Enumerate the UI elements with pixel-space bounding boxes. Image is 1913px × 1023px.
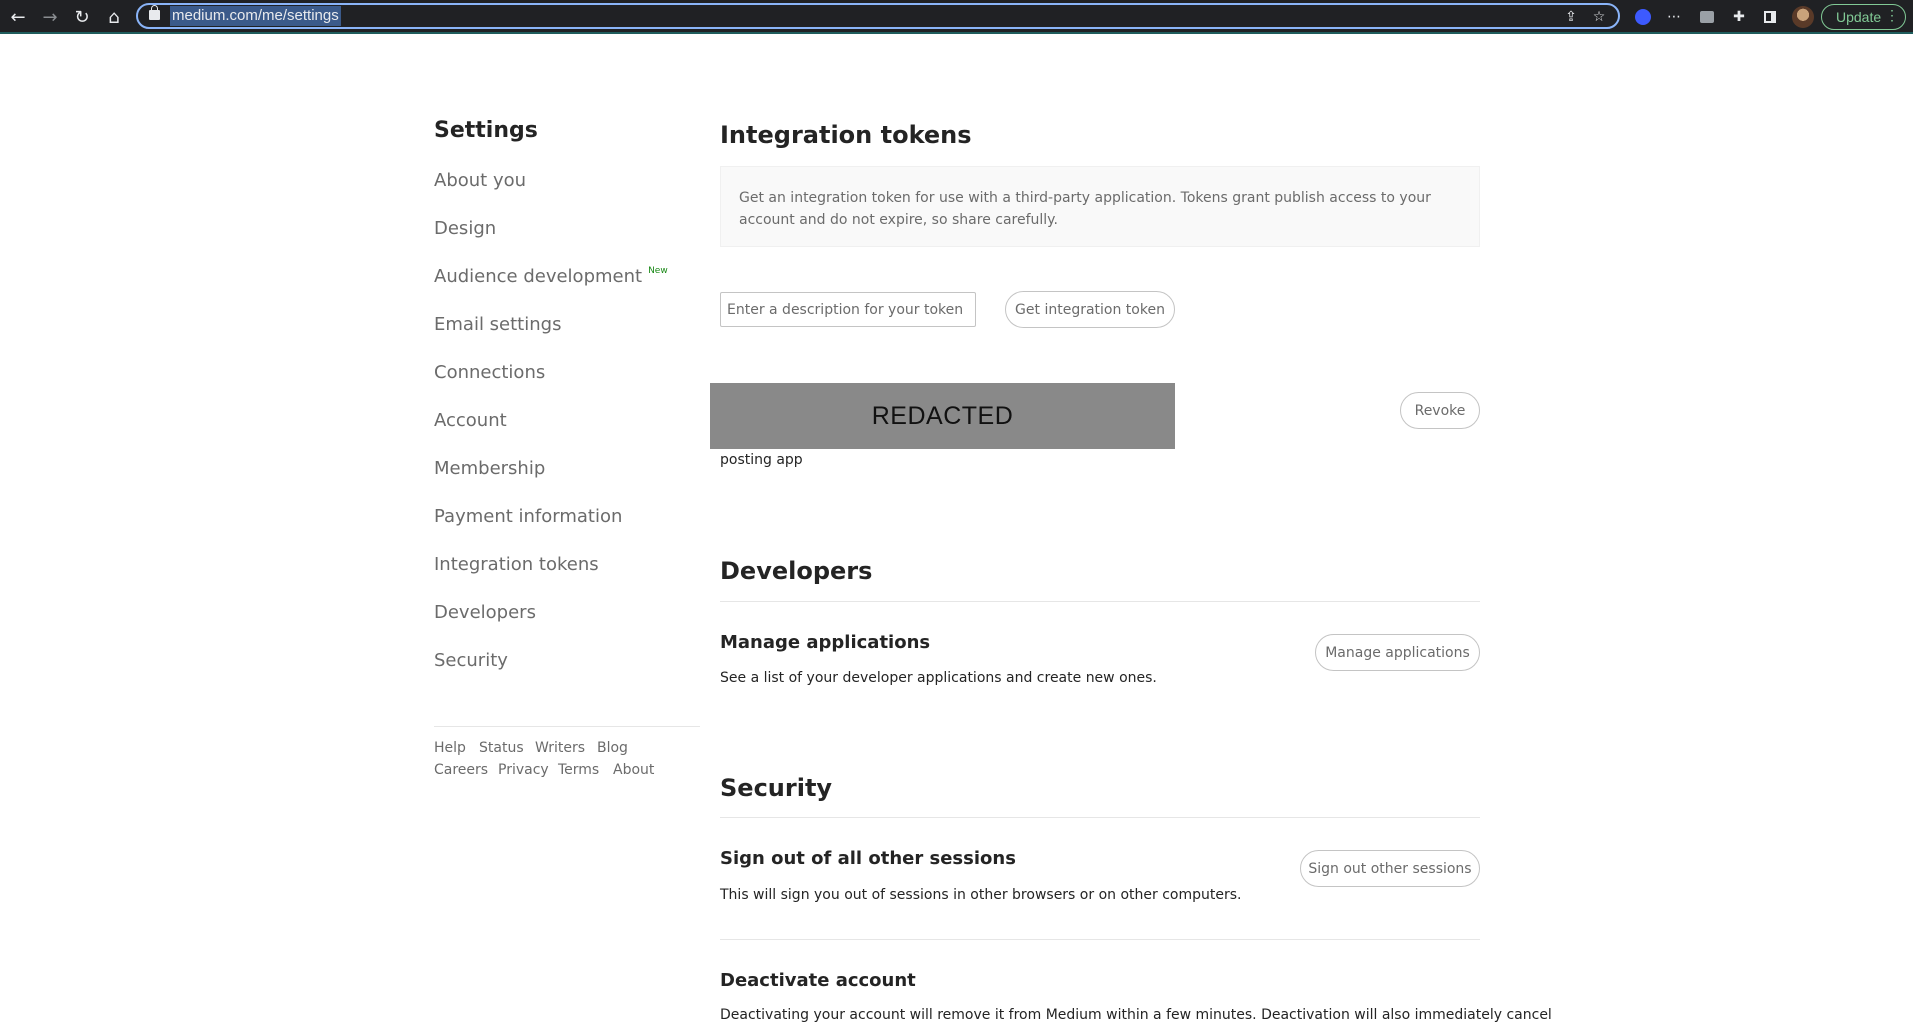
forward-icon[interactable]: →	[37, 4, 63, 30]
integration-tokens-heading: Integration tokens	[720, 121, 972, 149]
extension-dots-icon[interactable]: ⋯	[1663, 6, 1685, 28]
side-panel-icon[interactable]	[1759, 6, 1781, 28]
puzzle-icon[interactable]: ✚	[1728, 6, 1750, 28]
token-name: posting app	[720, 452, 803, 468]
update-label: Update	[1836, 9, 1882, 25]
deactivate-divider	[720, 939, 1480, 940]
get-integration-token-button[interactable]: Get integration token	[1005, 291, 1175, 328]
sidebar-item-integration-tokens[interactable]: Integration tokens	[434, 554, 599, 575]
lock-icon	[149, 5, 160, 20]
back-icon[interactable]: ←	[5, 4, 31, 30]
footer-link-careers[interactable]: Careers	[434, 762, 488, 778]
footer-link-status[interactable]: Status	[479, 740, 524, 756]
footer-link-privacy[interactable]: Privacy	[498, 762, 549, 778]
reload-icon[interactable]: ↻	[69, 4, 95, 30]
sign-out-sessions-text: This will sign you out of sessions in ot…	[720, 887, 1242, 903]
sidebar-item-developers[interactable]: Developers	[434, 602, 536, 623]
sign-out-sessions-title: Sign out of all other sessions	[720, 848, 1016, 869]
footer-link-writers[interactable]: Writers	[535, 740, 585, 756]
revoke-button[interactable]: Revoke	[1400, 392, 1480, 429]
sidebar-divider	[434, 726, 700, 727]
sidebar-item-about-you[interactable]: About you	[434, 170, 526, 191]
sidebar-item-design[interactable]: Design	[434, 218, 496, 239]
sidebar-item-audience-development[interactable]: Audience development New	[434, 266, 668, 287]
footer-link-terms[interactable]: Terms	[558, 762, 599, 778]
extension-gray-icon[interactable]	[1696, 6, 1718, 28]
footer-link-about[interactable]: About	[613, 762, 654, 778]
sidebar-item-account[interactable]: Account	[434, 410, 507, 431]
bookmark-star-icon[interactable]: ☆	[1590, 8, 1608, 26]
manage-applications-title: Manage applications	[720, 632, 931, 653]
token-description-input[interactable]	[720, 292, 976, 327]
manage-applications-button[interactable]: Manage applications	[1315, 634, 1480, 671]
sidebar-item-membership[interactable]: Membership	[434, 458, 545, 479]
extension-blue-icon[interactable]	[1632, 6, 1654, 28]
sidebar-item-connections[interactable]: Connections	[434, 362, 545, 383]
sign-out-other-sessions-button[interactable]: Sign out other sessions	[1300, 850, 1480, 887]
address-bar[interactable]: medium.com/me/settings ⇪ ☆	[136, 3, 1620, 29]
deactivate-account-title: Deactivate account	[720, 970, 916, 991]
share-icon[interactable]: ⇪	[1562, 8, 1580, 26]
manage-applications-text: See a list of your developer application…	[720, 670, 1157, 686]
kebab-menu-icon[interactable]: ⋮	[1885, 7, 1899, 24]
security-divider	[720, 817, 1480, 818]
integration-tokens-info: Get an integration token for use with a …	[720, 166, 1480, 247]
sidebar-title: Settings	[434, 118, 538, 143]
deactivate-account-text: Deactivating your account will remove it…	[720, 1007, 1552, 1023]
profile-avatar[interactable]	[1792, 6, 1814, 28]
security-heading: Security	[720, 774, 833, 802]
sidebar-item-label: Audience development	[434, 266, 643, 287]
browser-toolbar: ← → ↻ ⌂ medium.com/me/settings ⇪ ☆ ⋯ ✚ U…	[0, 0, 1913, 34]
developers-heading: Developers	[720, 557, 873, 585]
sidebar-item-email-settings[interactable]: Email settings	[434, 314, 561, 335]
update-button[interactable]: Update ⋮	[1821, 4, 1906, 30]
sidebar-item-payment-information[interactable]: Payment information	[434, 506, 622, 527]
home-icon[interactable]: ⌂	[101, 4, 127, 30]
new-badge: New	[648, 266, 668, 276]
integration-tokens-description: Get an integration token for use with a …	[739, 190, 1431, 228]
redacted-token: REDACTED	[710, 383, 1175, 449]
footer-link-blog[interactable]: Blog	[597, 740, 628, 756]
sidebar-item-security[interactable]: Security	[434, 650, 508, 671]
url-text[interactable]: medium.com/me/settings	[170, 6, 341, 26]
footer-link-help[interactable]: Help	[434, 740, 466, 756]
developers-divider	[720, 601, 1480, 602]
